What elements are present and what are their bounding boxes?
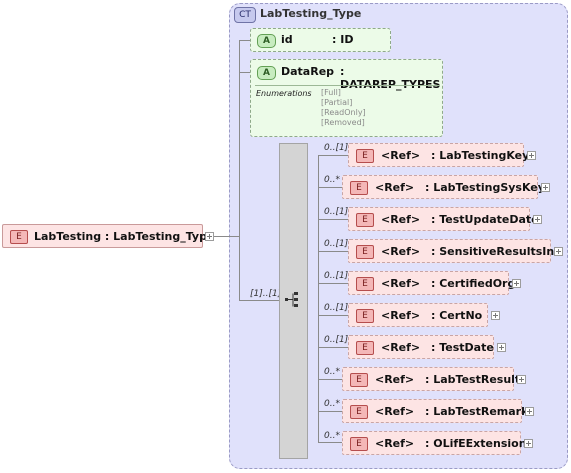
element-testupdatedate[interactable]: E <Ref> : TestUpdateDate (348, 207, 539, 231)
element-cardinality: 0..[1] (324, 207, 349, 217)
element-name: : OLifEExtension (425, 437, 527, 450)
element-name: : LabTestingSysKey (425, 181, 545, 194)
element-connector (318, 187, 342, 188)
expand-icon[interactable] (525, 407, 534, 416)
expand-icon[interactable] (517, 375, 526, 384)
element-ref: <Ref> (375, 373, 415, 386)
element-badge: E (10, 230, 28, 244)
element-ref: <Ref> (375, 405, 415, 418)
enumeration-value: [Removed] (321, 118, 365, 127)
expand-icon[interactable] (533, 215, 542, 224)
element-name: : TestDate (431, 341, 494, 354)
element-cardinality: 0..[1] (324, 271, 349, 281)
element-connector (318, 411, 342, 412)
connector-sequence (239, 300, 279, 301)
element-labtestremark[interactable]: E <Ref> : LabTestRemark (342, 399, 528, 423)
connector-spine (239, 40, 240, 300)
expand-icon[interactable] (497, 343, 506, 352)
expand-icon[interactable] (541, 183, 550, 192)
connector-sequence-children (318, 155, 319, 442)
element-name: : SensitiveResultsInd (431, 245, 563, 258)
attribute-id[interactable]: A id : ID (250, 28, 391, 52)
element-cardinality: 0..[1] (324, 335, 349, 345)
element-ref: <Ref> (381, 341, 421, 354)
element-cardinality: 0..* (324, 367, 340, 377)
complex-type-title: LabTesting_Type (260, 7, 362, 20)
element-badge: E (350, 181, 368, 195)
element-ref: <Ref> (381, 309, 421, 322)
element-connector (318, 379, 342, 380)
attribute-badge: A (257, 34, 276, 48)
element-sensitiveresultsind[interactable]: E <Ref> : SensitiveResultsInd (348, 239, 562, 263)
sequence-cardinality: [1]..[1] (250, 289, 282, 299)
element-connector (318, 251, 348, 252)
expand-icon[interactable] (524, 439, 533, 448)
element-certifiedorg[interactable]: E <Ref> : CertifiedOrg (348, 271, 515, 295)
element-cardinality: 0..* (324, 175, 340, 185)
element-cardinality: 0..[1] (324, 239, 349, 249)
expand-icon[interactable] (491, 311, 500, 320)
expand-icon[interactable] (527, 151, 536, 160)
element-connector (318, 347, 348, 348)
element-connector (318, 315, 348, 316)
root-expand-icon[interactable] (205, 232, 214, 241)
element-ref: <Ref> (381, 149, 421, 162)
element-connector (318, 442, 342, 443)
element-connector (318, 219, 348, 220)
expand-icon[interactable] (512, 279, 521, 288)
element-name: : TestUpdateDate (431, 213, 539, 226)
complex-type-badge: CT (234, 7, 256, 23)
attribute-badge: A (257, 66, 276, 80)
attribute-datarep-name: DataRep (281, 65, 335, 78)
element-badge: E (356, 309, 374, 323)
sequence-icon (285, 292, 298, 307)
element-badge: E (350, 373, 368, 387)
enumeration-value: [Full] (321, 88, 341, 97)
attribute-id-type: : ID (332, 33, 354, 46)
enumeration-value: [Partial] (321, 98, 353, 107)
element-connector (318, 283, 348, 284)
element-badge: E (350, 437, 368, 451)
element-certno[interactable]: E <Ref> : CertNo (348, 303, 488, 327)
enumeration-divider (255, 85, 440, 86)
element-connector (318, 155, 348, 156)
element-labtestingkey[interactable]: E <Ref> : LabTestingKey (348, 143, 529, 167)
element-cardinality: 0..* (324, 431, 340, 441)
attribute-id-name: id (281, 33, 293, 46)
element-badge: E (356, 341, 374, 355)
element-ref: <Ref> (381, 213, 421, 226)
element-ref: <Ref> (375, 181, 415, 194)
element-badge: E (350, 405, 368, 419)
element-name: : CertNo (431, 309, 483, 322)
element-badge: E (356, 277, 374, 291)
enumerations-label: Enumerations (256, 89, 312, 98)
element-labtestingsyskey[interactable]: E <Ref> : LabTestingSysKey (342, 175, 545, 199)
element-olifeextension[interactable]: E <Ref> : OLifEExtension (342, 431, 527, 455)
expand-icon[interactable] (554, 247, 563, 256)
element-badge: E (356, 213, 374, 227)
root-element-label: LabTesting : LabTesting_Type (34, 230, 215, 243)
element-name: : LabTestResult (425, 373, 521, 386)
element-ref: <Ref> (381, 245, 421, 258)
element-name: : LabTestingKey (431, 149, 530, 162)
element-ref: <Ref> (381, 277, 421, 290)
element-cardinality: 0..[1] (324, 303, 349, 313)
element-badge: E (356, 245, 374, 259)
enumeration-value: [ReadOnly] (321, 108, 366, 117)
element-testdate[interactable]: E <Ref> : TestDate (348, 335, 494, 359)
element-ref: <Ref> (375, 437, 415, 450)
attribute-datarep-type: : DATAREP_TYPES (340, 65, 441, 91)
connector-root (214, 236, 239, 237)
root-element[interactable]: E LabTesting : LabTesting_Type (2, 224, 214, 248)
attribute-datarep[interactable]: A DataRep : DATAREP_TYPES Enumerations [… (250, 59, 443, 137)
element-name: : CertifiedOrg (431, 277, 516, 290)
element-cardinality: 0..* (324, 399, 340, 409)
element-badge: E (356, 149, 374, 163)
element-labtestresult[interactable]: E <Ref> : LabTestResult (342, 367, 520, 391)
element-cardinality: 0..[1] (324, 143, 349, 153)
element-name: : LabTestRemark (425, 405, 529, 418)
